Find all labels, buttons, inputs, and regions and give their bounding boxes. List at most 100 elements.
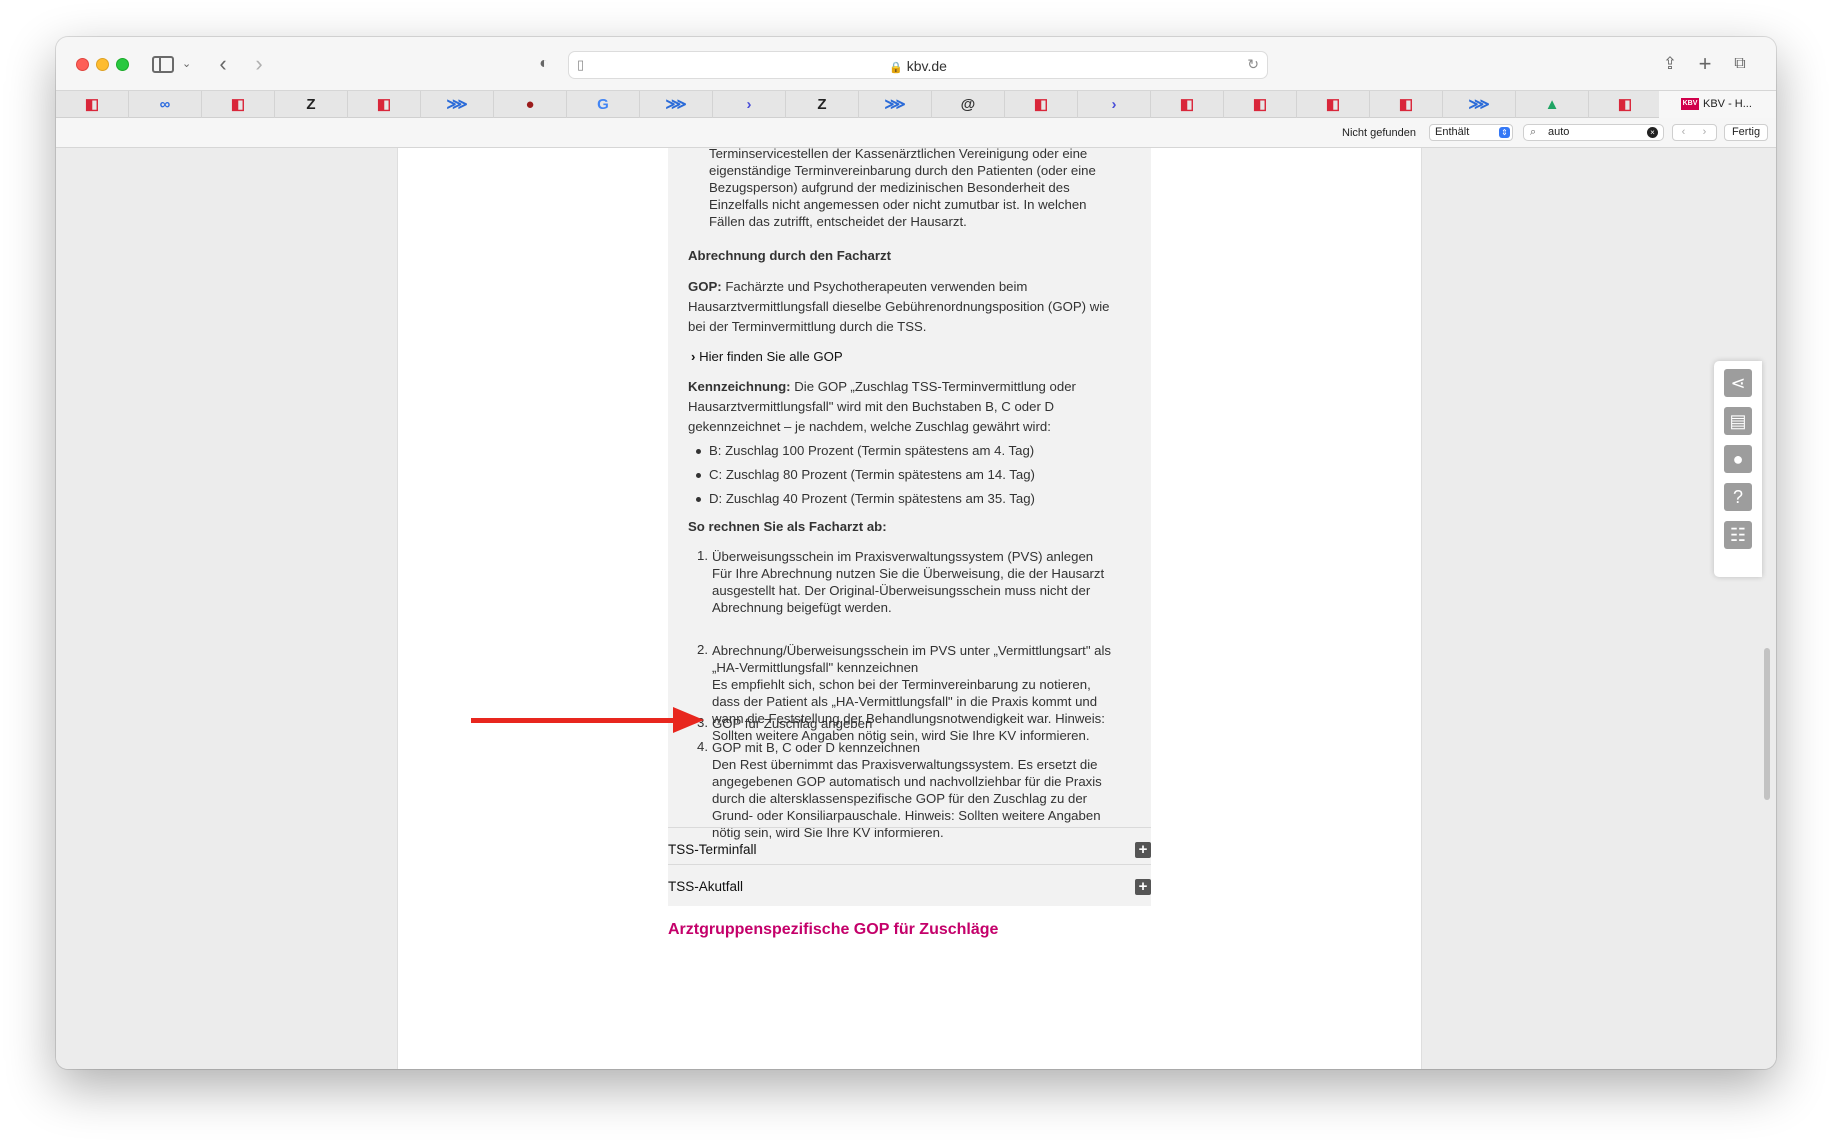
step-line: dass der Patient als „HA-Vermittlungsfal… [712,694,1098,709]
pinned-tab[interactable]: @ [932,91,1005,118]
step-number: 1. [697,548,708,563]
office-icon: ◧ [1179,96,1195,113]
close-window-button[interactable] [76,58,89,71]
pinned-tab[interactable]: ▲ [1516,91,1589,118]
forward-icon[interactable]: › [249,51,269,77]
pinned-tab[interactable]: ∞ [129,91,202,118]
drive-icon: ▲ [1544,96,1560,113]
share-icon[interactable]: ⇪ [1660,51,1680,77]
paragraph-text: Die GOP „Zuschlag TSS-Terminvermittlung … [790,379,1076,394]
office-icon: ◧ [1252,96,1268,113]
accordion-tss-akutfall[interactable]: TSS-Akutfall + [668,864,1151,907]
share-nodes-icon[interactable]: ⋖ [1724,369,1752,397]
paragraph-line: Terminservicestellen der Kassenärztliche… [709,148,1088,161]
kbv-favicon-icon: KBV [1681,98,1699,111]
sidebar-toggle-icon[interactable] [152,56,174,73]
tab-kbv-active[interactable]: KBV KBV - H... [1659,91,1776,119]
chevron-down-icon[interactable]: ⌄ [182,51,191,77]
sitemap-icon[interactable]: ☷ [1724,521,1752,549]
office-icon: ◧ [1617,96,1633,113]
new-tab-icon[interactable]: + [1695,51,1715,77]
pinned-tab[interactable]: ◧ [1589,91,1662,118]
step-line: durch die altersklassenspezifische GOP f… [712,791,1088,806]
step-line: Für Ihre Abrechnung nutzen Sie die Überw… [712,566,1105,581]
apple-icon: ● [525,96,535,113]
zoom-window-button[interactable] [116,58,129,71]
find-input[interactable]: ⌕ auto × [1523,124,1664,141]
pinned-tab[interactable]: › [1078,91,1151,118]
confluence-icon: ⋙ [446,96,468,113]
expand-plus-icon[interactable]: + [1135,879,1151,895]
pinned-tab[interactable]: ⋙ [859,91,932,118]
pinned-tab[interactable]: ◧ [1297,91,1370,118]
subheading: So rechnen Sie als Facharzt ab: [688,519,887,534]
pinned-tab[interactable]: ⋙ [421,91,494,118]
find-next-button[interactable]: › [1694,125,1715,140]
step-number: 4. [697,739,708,754]
find-status: Nicht gefunden [1342,127,1416,139]
office-icon: ◧ [376,96,392,113]
pinned-tab[interactable]: ◧ [1370,91,1443,118]
step-line: Es empfiehlt sich, schon bei der Terminv… [712,677,1091,692]
paragraph-line: Kennzeichnung: Die GOP „Zuschlag TSS-Ter… [688,378,1076,395]
contact-person-icon[interactable]: ● [1724,445,1752,473]
section-title: Arztgruppenspezifische GOP für Zuschläge [668,921,999,938]
help-question-icon[interactable]: ? [1724,483,1752,511]
paragraph-line: Hausarztvermittlungsfall dieselbe Gebühr… [688,299,1110,314]
step-line: Den Rest übernimmt das Praxisverwaltungs… [712,757,1098,772]
accordion-label: TSS-Akutfall [668,879,744,894]
floating-side-panel: ⋖ ▤ ● ? ☷ [1714,361,1762,577]
pinned-tab[interactable]: Z [275,91,348,118]
pinned-tab[interactable]: G [567,91,640,118]
pinned-tab[interactable]: ⋙ [1443,91,1516,118]
expand-plus-icon[interactable]: + [1135,842,1151,858]
paragraph-line: gekennzeichnet – je nachdem, welche Zusc… [688,419,1051,434]
web-viewport: Terminservicestellen der Kassenärztliche… [56,148,1776,1069]
paragraph-line: Einzelfalls nicht angemessen oder nicht … [709,197,1087,212]
page-scrollbar[interactable] [1764,648,1770,800]
lock-icon: 🔒 [889,62,903,74]
paragraph-text: Fachärzte und Psychotherapeuten verwende… [721,279,1028,294]
privacy-shield-icon[interactable]: ◐ [534,51,554,77]
back-icon[interactable]: ‹ [213,51,233,77]
pinned-tab[interactable]: Z [786,91,859,118]
find-previous-button[interactable]: ‹ [1673,125,1694,140]
tab-bar: ◧ ∞ ◧ Z ◧ ⋙ ● G ⋙ › Z ⋙ @ ◧ › ◧ ◧ ◧ ◧ ⋙ ▲ ◧ KBV KBV - H... [56,90,1776,119]
minimize-window-button[interactable] [96,58,109,71]
subheading: Abrechnung durch den Facharzt [688,248,891,263]
step-number: 2. [697,642,708,657]
google-icon: G [597,96,609,113]
paragraph-line: Hausarztvermittlungsfall" wird mit den B… [688,399,1055,414]
accordion-label: TSS-Terminfall [668,842,757,857]
office-icon: ◧ [1398,96,1414,113]
zeit-icon: Z [306,96,316,113]
step-line: Grund- oder Konsiliarpauschale. Hinweis:… [712,808,1101,823]
bullet-dot [696,449,701,454]
office-icon: ◧ [1325,96,1341,113]
paragraph-line: eigenständige Terminvereinbarung durch d… [709,163,1096,178]
annotation-arrow-icon [673,707,704,733]
tab-overview-icon[interactable]: ⧉ [1730,51,1750,77]
find-navigation: ‹ › [1672,124,1717,141]
find-query: auto [1548,126,1570,138]
find-mode-select[interactable]: Enthält ⇕ [1429,124,1513,141]
pinned-tab[interactable]: ◧ [1224,91,1297,118]
pinned-tab[interactable]: ◧ [1005,91,1078,118]
pinned-tab[interactable]: ● [494,91,567,118]
kennzeichnung-label: Kennzeichnung: [688,379,791,394]
pinned-tab[interactable]: ◧ [56,91,129,118]
step-line: GOP mit B, C oder D kennzeichnen [712,740,920,755]
reader-book-icon[interactable]: ▤ [1724,407,1752,435]
address-bar[interactable]: ▯ 🔒 kbv.de ↻ [568,51,1268,79]
clear-search-icon[interactable]: × [1647,127,1658,138]
gop-link[interactable]: › Hier finden Sie alle GOP [691,348,843,365]
pinned-tab[interactable]: ◧ [202,91,275,118]
step-line: Abrechnung beigefügt werden. [712,600,892,615]
pinned-tab[interactable]: ◧ [348,91,421,118]
step-line: angegebenen GOP automatisch und nachvoll… [712,774,1102,789]
pinned-tab[interactable]: › [713,91,786,118]
reload-icon[interactable]: ↻ [1247,56,1259,73]
find-done-button[interactable]: Fertig [1724,124,1768,141]
pinned-tab[interactable]: ⋙ [640,91,713,118]
pinned-tab[interactable]: ◧ [1151,91,1224,118]
